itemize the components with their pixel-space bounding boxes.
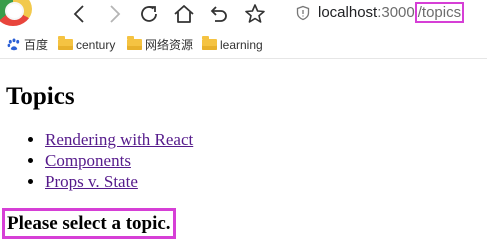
folder-icon xyxy=(127,36,143,51)
home-icon xyxy=(174,5,194,23)
back-icon xyxy=(73,5,84,23)
page-title: Topics xyxy=(6,83,75,110)
bookmark-label: 网络资源 xyxy=(145,38,194,52)
bookmark-label: 百度 xyxy=(24,38,49,52)
folder-icon xyxy=(58,36,74,51)
topic-link-props-state[interactable]: Props v. State xyxy=(45,172,138,191)
bookmark-star-icon xyxy=(245,4,265,23)
url-host: localhost xyxy=(318,4,378,21)
select-topic-prompt: Please select a topic. xyxy=(2,208,176,239)
bookmark-baidu[interactable]: 百度 xyxy=(6,37,48,53)
browser-logo-icon xyxy=(0,0,32,26)
reload-button[interactable] xyxy=(137,2,161,26)
topic-link-rendering[interactable]: Rendering with React xyxy=(45,130,193,149)
list-item: Components xyxy=(45,150,193,171)
url-port: :3000 xyxy=(377,4,415,21)
url-text[interactable]: localhost:3000/topics xyxy=(318,2,465,23)
baidu-paw-icon xyxy=(7,38,20,51)
forward-button[interactable] xyxy=(102,2,126,26)
list-item: Props v. State xyxy=(45,171,193,192)
browser-toolbar: localhost:3000/topics xyxy=(0,0,487,28)
undo-icon xyxy=(210,6,227,22)
back-button[interactable] xyxy=(68,2,92,26)
bookmark-folder-learning[interactable]: learning xyxy=(202,36,263,53)
security-shield-icon xyxy=(296,5,310,21)
undo-button[interactable] xyxy=(207,2,231,26)
bookmark-label: learning xyxy=(220,38,263,52)
list-item: Rendering with React xyxy=(45,129,193,150)
topic-link-components[interactable]: Components xyxy=(45,151,131,170)
bookmark-star-button[interactable] xyxy=(243,2,267,26)
address-bar[interactable]: localhost:3000/topics xyxy=(288,0,487,26)
folder-icon xyxy=(202,36,218,51)
bookmark-folder-century[interactable]: century xyxy=(58,36,116,53)
bookmark-folder-network-resources[interactable]: 网络资源 xyxy=(127,36,194,53)
topics-list: Rendering with React Components Props v.… xyxy=(0,129,193,192)
forward-icon xyxy=(110,5,121,23)
bookmark-label: century xyxy=(76,38,116,52)
reload-icon xyxy=(141,6,157,22)
home-button[interactable] xyxy=(172,2,196,26)
url-path-highlighted: /topics xyxy=(414,2,465,23)
bookmarks-bar: 百度 century 网络资源 learning xyxy=(0,32,487,59)
